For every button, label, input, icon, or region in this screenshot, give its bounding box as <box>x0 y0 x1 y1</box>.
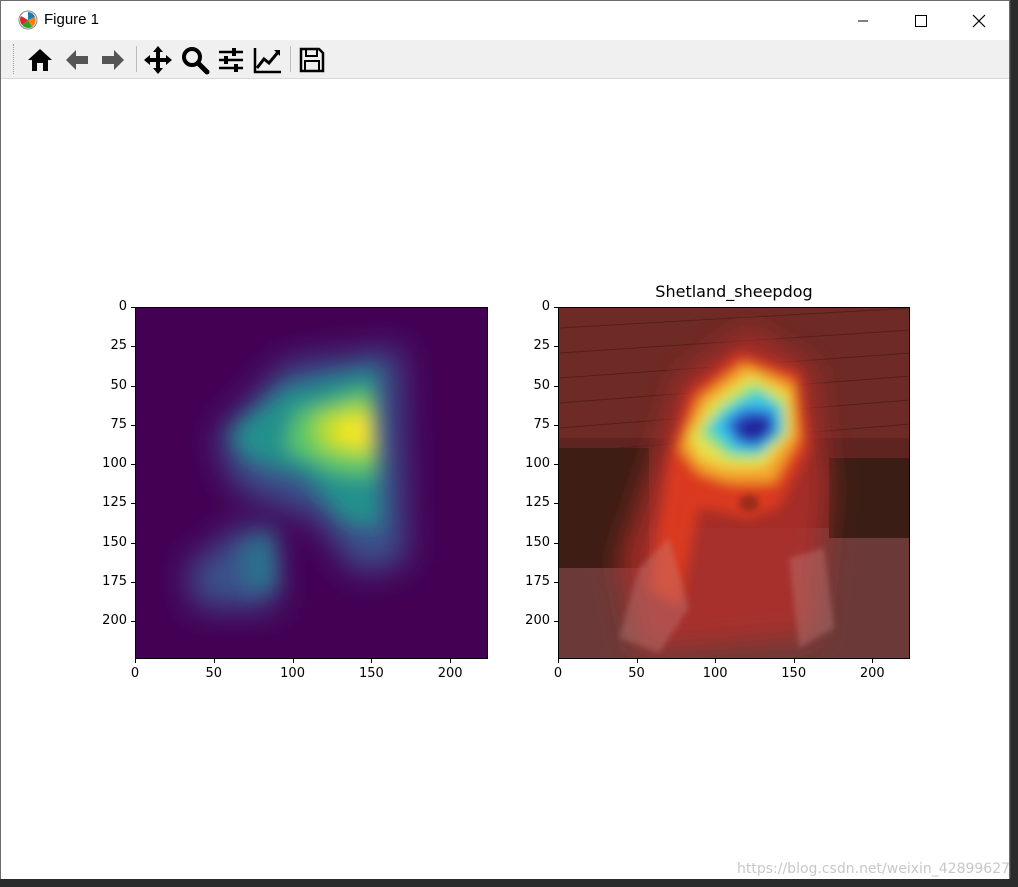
x-tick-mark <box>872 659 874 663</box>
navigation-toolbar <box>1 40 1009 79</box>
minimize-button[interactable] <box>834 1 892 40</box>
chart-title-right: Shetland_sheepdog <box>655 282 813 301</box>
forward-arrow-icon <box>102 50 124 70</box>
minimize-icon <box>858 20 868 21</box>
edit-axes-icon <box>253 48 281 74</box>
y-tick-label: 100 <box>102 456 127 472</box>
figure-canvas[interactable]: Shetland_sheepdog 0 25 50 75 100 125 150… <box>1 79 1009 879</box>
heatmap-axes-right[interactable] <box>558 307 910 659</box>
y-tick-mark <box>554 424 558 426</box>
back-button[interactable] <box>60 44 94 76</box>
y-tick-mark <box>554 464 558 466</box>
x-tick-mark <box>636 659 638 663</box>
y-tick-label: 200 <box>102 613 127 629</box>
toolbar-grip[interactable] <box>13 44 17 74</box>
cam-overlay-image <box>559 308 909 658</box>
x-tick-mark <box>450 659 452 663</box>
x-tick-label: 100 <box>702 666 728 681</box>
home-icon <box>28 49 52 71</box>
y-tick-mark <box>131 424 135 426</box>
x-tick-label: 0 <box>130 666 140 681</box>
x-tick-label: 0 <box>553 666 563 681</box>
x-tick-mark <box>371 659 373 663</box>
y-tick-mark <box>554 582 558 583</box>
forward-button[interactable] <box>96 44 130 76</box>
x-tick-label: 50 <box>628 666 645 681</box>
zoom-icon <box>182 47 210 75</box>
y-tick-label: 25 <box>110 338 127 354</box>
y-tick-label: 25 <box>533 338 550 354</box>
y-tick-mark <box>131 582 135 583</box>
viridis-heatmap <box>136 308 487 658</box>
close-icon <box>972 14 986 27</box>
x-tick-mark <box>135 659 136 663</box>
back-arrow-icon <box>66 50 88 70</box>
maximize-button[interactable] <box>892 1 950 40</box>
toolbar-separator <box>290 46 291 72</box>
y-tick-mark <box>554 346 558 348</box>
y-tick-mark <box>554 385 558 387</box>
y-tick-label: 150 <box>525 534 550 550</box>
ide-background-right <box>1010 0 1018 887</box>
y-tick-label: 0 <box>541 299 550 314</box>
y-tick-mark <box>131 503 135 505</box>
zoom-button[interactable] <box>178 44 212 76</box>
y-tick-label: 125 <box>102 495 127 511</box>
home-button[interactable] <box>23 44 57 76</box>
ide-background-bottom <box>0 878 1018 887</box>
y-tick-label: 175 <box>525 574 550 589</box>
figure-window: Figure 1 Shetland_sheepdog 0 25 50 75 10… <box>0 0 1010 879</box>
save-icon <box>299 47 325 73</box>
close-button[interactable] <box>950 1 1008 40</box>
x-tick-mark <box>292 659 294 663</box>
title-bar: Figure 1 <box>1 1 1009 40</box>
x-tick-mark <box>793 659 795 663</box>
window-title: Figure 1 <box>44 11 100 28</box>
toolbar-separator <box>136 46 137 72</box>
y-tick-mark <box>131 346 135 348</box>
x-tick-label: 150 <box>358 666 384 681</box>
x-tick-label: 150 <box>781 666 807 681</box>
x-tick-mark <box>558 659 559 663</box>
x-tick-label: 200 <box>437 666 463 681</box>
y-tick-label: 50 <box>533 377 550 393</box>
y-tick-label: 175 <box>102 574 127 589</box>
x-tick-label: 100 <box>280 666 305 681</box>
y-tick-label: 200 <box>525 613 550 629</box>
matplotlib-app-icon <box>18 10 38 30</box>
configure-subplots-button[interactable] <box>214 44 248 76</box>
y-tick-label: 100 <box>525 456 550 472</box>
y-tick-mark <box>131 542 135 544</box>
subplots-config-icon <box>219 48 243 72</box>
y-tick-label: 75 <box>533 416 550 432</box>
x-tick-label: 50 <box>205 666 223 681</box>
edit-axes-button[interactable] <box>251 44 285 76</box>
y-tick-mark <box>131 464 135 466</box>
watermark-text: https://blog.csdn.net/weixin_42899627 <box>737 861 1011 877</box>
y-tick-mark <box>554 307 558 308</box>
x-tick-mark <box>213 659 215 663</box>
y-tick-mark <box>131 385 135 387</box>
y-tick-label: 50 <box>110 377 127 393</box>
x-tick-label: 200 <box>859 666 885 681</box>
maximize-icon <box>915 14 927 27</box>
y-tick-mark <box>554 542 558 544</box>
y-tick-mark <box>554 503 558 505</box>
heatmap-axes-left[interactable] <box>135 307 488 659</box>
y-tick-label: 75 <box>110 416 127 432</box>
y-tick-mark <box>554 621 558 623</box>
y-tick-mark <box>131 307 135 308</box>
y-tick-label: 150 <box>102 534 127 550</box>
x-tick-mark <box>715 659 717 663</box>
y-tick-label: 125 <box>525 495 550 511</box>
pan-icon <box>144 46 172 74</box>
pan-button[interactable] <box>141 44 175 76</box>
y-tick-mark <box>131 621 135 623</box>
save-button[interactable] <box>295 44 329 76</box>
y-tick-label: 0 <box>118 299 127 314</box>
